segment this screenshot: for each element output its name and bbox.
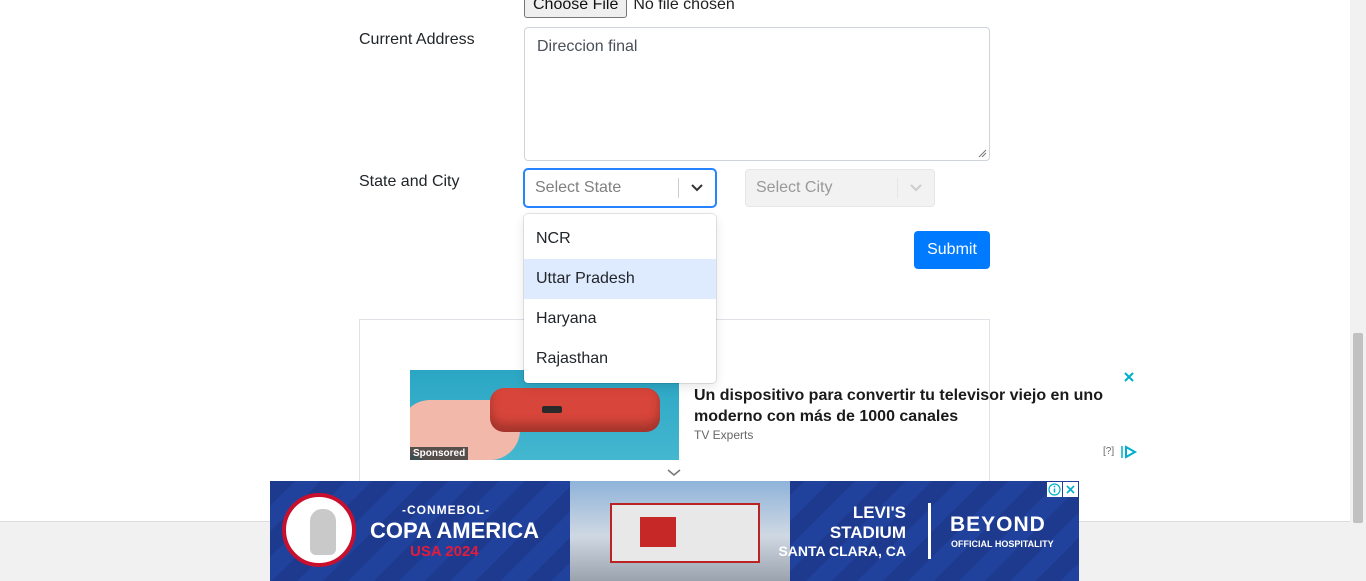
current-address-textarea[interactable]: Direccion final xyxy=(524,27,990,161)
chevron-down-icon[interactable] xyxy=(667,468,681,478)
state-option-ncr[interactable]: NCR xyxy=(524,219,716,259)
state-select-placeholder: Select State xyxy=(535,179,622,196)
banner-stadium: STADIUM xyxy=(829,523,906,542)
chevron-down-icon[interactable] xyxy=(898,170,934,206)
current-address-value: Direccion final xyxy=(537,38,638,55)
ad-brand[interactable]: TV Experts xyxy=(694,428,753,442)
banner-usa-2024: USA 2024 xyxy=(410,543,479,560)
banner-copa-america: COPA AMERICA xyxy=(370,518,540,543)
stadium-building xyxy=(610,503,760,563)
scrollbar-thumb[interactable] xyxy=(1353,333,1363,523)
banner-ad[interactable]: -CONMEBOL- COPA AMERICA USA 2024 LEVI'S … xyxy=(270,481,1079,581)
stadium-image xyxy=(570,481,790,581)
file-upload-row: Choose File No file chosen xyxy=(524,0,735,18)
sponsored-badge: Sponsored xyxy=(410,447,469,460)
banner-conmebol: -CONMEBOL- xyxy=(402,503,490,517)
ad-headline[interactable]: Un dispositivo para convertir tu televis… xyxy=(694,385,1114,427)
banner-beyond-logo: BEYOND xyxy=(950,513,1046,536)
page: Choose File No file chosen Current Addre… xyxy=(0,0,1366,581)
resize-grip-icon[interactable] xyxy=(978,149,987,158)
banner-hospitality: OFFICIAL HOSPITALITY xyxy=(951,539,1054,549)
banner-location: SANTA CLARA, CA xyxy=(778,543,906,559)
stadium-facade xyxy=(640,517,676,547)
state-dropdown-menu: NCR Uttar Pradesh Haryana Rajasthan xyxy=(524,214,716,383)
copa-america-logo xyxy=(282,493,356,567)
state-option-rajasthan[interactable]: Rajasthan xyxy=(524,339,716,379)
trophy-icon xyxy=(310,509,336,555)
ad-image-port xyxy=(542,406,562,413)
file-status-text: No file chosen xyxy=(633,0,735,13)
submit-button[interactable]: Submit xyxy=(914,231,990,269)
chevron-down-icon[interactable] xyxy=(679,170,715,206)
state-option-uttar-pradesh[interactable]: Uttar Pradesh xyxy=(524,259,716,299)
ad-image[interactable]: Sponsored xyxy=(410,370,679,460)
adchoices-icon[interactable] xyxy=(1120,445,1138,459)
state-select[interactable]: Select State xyxy=(524,169,716,207)
vertical-scrollbar[interactable] xyxy=(1350,0,1366,581)
native-ad[interactable]: Sponsored Un dispositivo para convertir … xyxy=(410,370,1140,460)
ad-help-link[interactable]: [?] xyxy=(1103,446,1114,457)
close-icon[interactable] xyxy=(1122,370,1136,384)
city-select-placeholder: Select City xyxy=(756,179,833,196)
banner-levis: LEVI'S xyxy=(852,503,906,522)
state-option-haryana[interactable]: Haryana xyxy=(524,299,716,339)
state-city-label: State and City xyxy=(359,173,460,190)
current-address-label: Current Address xyxy=(359,31,475,48)
city-select[interactable]: Select City xyxy=(745,169,935,207)
banner-divider xyxy=(928,503,931,559)
choose-file-button[interactable]: Choose File xyxy=(524,0,628,18)
info-icon[interactable] xyxy=(1047,482,1062,497)
close-icon[interactable] xyxy=(1063,482,1078,497)
ad-image-device xyxy=(490,388,660,432)
